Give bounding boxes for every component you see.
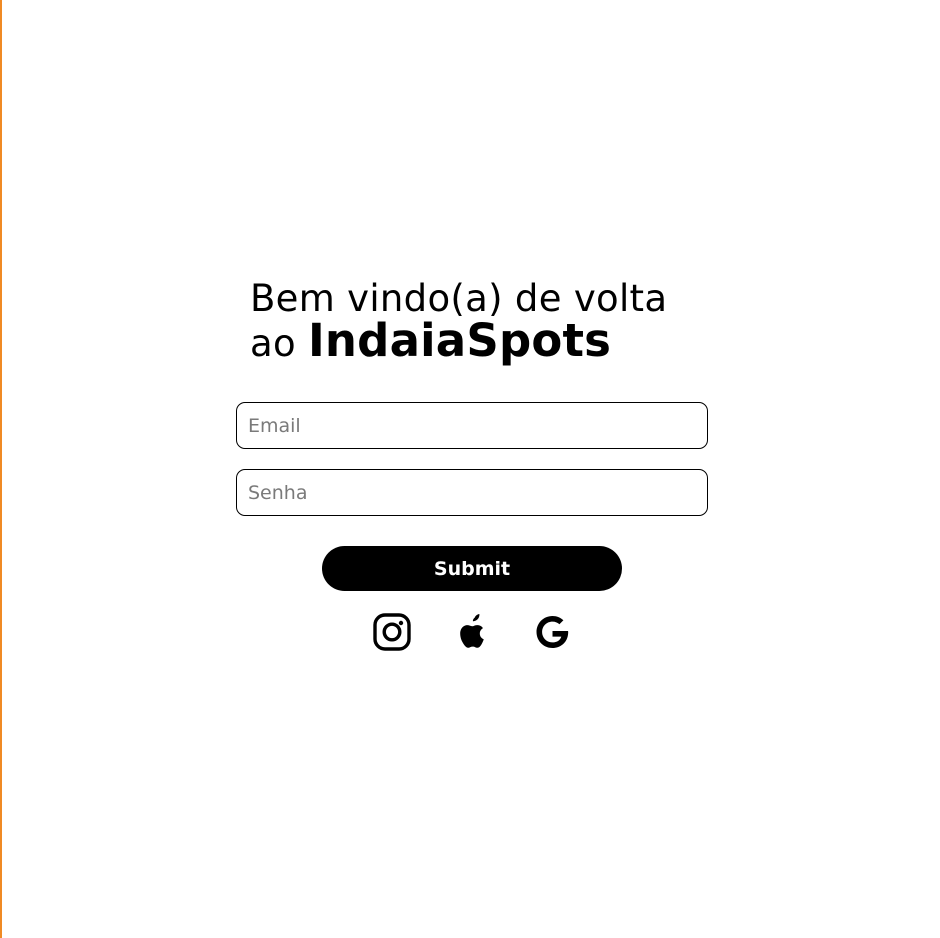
welcome-prefix: ao xyxy=(250,322,296,365)
brand-name: IndaiaSpots xyxy=(307,314,612,367)
password-field[interactable] xyxy=(236,469,708,516)
welcome-line-brand: ao IndaiaSpots xyxy=(250,318,667,365)
submit-button[interactable]: Submit xyxy=(322,546,622,591)
apple-icon[interactable] xyxy=(452,612,492,652)
instagram-icon[interactable] xyxy=(372,612,412,652)
login-page: Bem vindo(a) de volta ao IndaiaSpots Sub… xyxy=(0,0,940,938)
welcome-heading: Bem vindo(a) de volta ao IndaiaSpots xyxy=(250,278,667,365)
social-login-row xyxy=(372,612,572,652)
email-field[interactable] xyxy=(236,402,708,449)
google-icon[interactable] xyxy=(532,612,572,652)
